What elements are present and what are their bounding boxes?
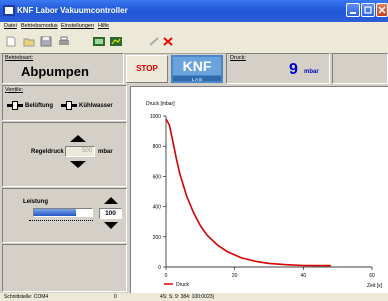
- knf-logo: KNF L A B: [171, 55, 223, 83]
- pressure-chart: 0 200 400 600 800 1000 0 20 40 60 Druck [mbar] Ze…: [146, 101, 383, 289]
- menu-datei[interactable]: Datei: [4, 23, 17, 29]
- app-icon: [3, 5, 15, 16]
- valve-kuehlwasser-label: Kühlwasser: [79, 102, 113, 109]
- stop-button[interactable]: STOP: [126, 55, 168, 83]
- chart-panel: 0 200 400 600 800 1000 0 20 40 60 Druck [mbar] Ze…: [130, 86, 388, 293]
- control-pressure-label: Regeldruck: [31, 149, 64, 155]
- valve-belueftung[interactable]: Belüftung: [7, 101, 53, 110]
- valves-label: Ventile:: [5, 87, 24, 93]
- controller-icon[interactable]: [93, 36, 105, 47]
- mode-value: Abpumpen: [21, 64, 89, 79]
- chart-marks: [165, 118, 331, 267]
- cut-icon[interactable]: [162, 36, 174, 47]
- control-pressure-up-icon[interactable]: [70, 135, 86, 142]
- title-bar: KNF Labor Vakuumcontroller: [0, 0, 388, 22]
- menu-hilfe[interactable]: Hilfe: [98, 23, 109, 29]
- left-spacer: [2, 244, 127, 292]
- pressure-value: 9: [289, 61, 298, 78]
- valve-icon: [7, 101, 23, 110]
- logo-subtext: L A B: [192, 77, 202, 82]
- pressure-unit: mbar: [304, 69, 319, 75]
- control-pressure-input[interactable]: 500: [65, 146, 95, 157]
- status-info: 4S: S: 9: 384: 100:0023): [160, 294, 215, 300]
- valve-belueftung-label: Belüftung: [25, 102, 53, 109]
- new-icon[interactable]: [5, 36, 17, 47]
- y-tick-label: 400: [153, 205, 162, 211]
- valve-icon: [61, 101, 77, 110]
- control-pressure-unit: mbar: [98, 149, 113, 155]
- power-down-icon[interactable]: [104, 222, 118, 229]
- mode-label: Betriebsart:: [5, 55, 34, 61]
- status-zero: 0: [114, 294, 117, 300]
- x-tick-label: 40: [301, 273, 307, 279]
- maximize-icon: [364, 6, 372, 14]
- logo-text: KNF: [183, 58, 212, 74]
- status-interface: Schnittstelle: COM4: [4, 294, 49, 300]
- pressure-label: Druck:: [230, 55, 246, 61]
- open-icon[interactable]: [23, 36, 35, 47]
- link-icon[interactable]: [148, 36, 160, 47]
- mode-panel: Betriebsart: Abpumpen: [2, 53, 124, 84]
- y-axis-label: Druck [mbar]: [146, 101, 175, 107]
- x-tick-label: 20: [232, 273, 238, 279]
- header-spacer: [332, 53, 388, 84]
- x-tick-label: 60: [369, 273, 375, 279]
- menu-betriebsmodus[interactable]: Betriebsmodus: [21, 23, 58, 29]
- valves-panel: Ventile: Belüftung Kühlwasser: [2, 85, 127, 121]
- close-icon: [378, 6, 386, 14]
- series-line-0: [165, 118, 331, 267]
- maximize-button[interactable]: [361, 3, 375, 17]
- legend-label: Druck: [176, 282, 190, 288]
- minimize-button[interactable]: [346, 3, 360, 17]
- x-tick-label: 0: [165, 273, 168, 279]
- chart-icon[interactable]: [110, 36, 122, 47]
- power-value[interactable]: 100: [99, 208, 122, 219]
- power-slider[interactable]: [33, 208, 93, 217]
- chart-axes: 0 200 400 600 800 1000 0 20 40 60: [150, 114, 375, 279]
- y-tick-label: 600: [153, 174, 162, 180]
- menu-einstellungen[interactable]: Einstellungen: [61, 23, 94, 29]
- pressure-panel: Druck: 9 mbar: [226, 53, 330, 84]
- status-bar: Schnittstelle: COM4 0 4S: S: 9: 384: 100…: [0, 293, 388, 301]
- menu-bar: Datei Betriebsmodus Einstellungen Hilfe: [0, 22, 388, 31]
- save-icon[interactable]: [40, 36, 52, 47]
- y-tick-label: 1000: [150, 114, 161, 120]
- y-tick-label: 200: [153, 235, 162, 241]
- power-label: Leistung: [23, 199, 48, 205]
- close-button[interactable]: [376, 3, 388, 17]
- power-panel: Leistung 100: [2, 188, 127, 243]
- toolbar: [0, 31, 388, 54]
- power-up-icon[interactable]: [104, 197, 118, 204]
- power-slider-fill: [34, 209, 76, 216]
- control-pressure-down-icon[interactable]: [70, 161, 86, 168]
- x-axis-label: Zeit [s]: [367, 283, 383, 289]
- y-tick-label: 0: [158, 265, 161, 271]
- y-tick-label: 800: [153, 144, 162, 150]
- control-pressure-panel: Regeldruck 500 mbar: [2, 122, 127, 187]
- window-title: KNF Labor Vakuumcontroller: [17, 6, 128, 15]
- valve-kuehlwasser[interactable]: Kühlwasser: [61, 101, 113, 110]
- power-slider-ticks: [29, 220, 93, 224]
- print-icon[interactable]: [58, 36, 70, 47]
- minimize-icon: [350, 12, 356, 14]
- knf-logo-graphic: KNF L A B: [171, 55, 223, 83]
